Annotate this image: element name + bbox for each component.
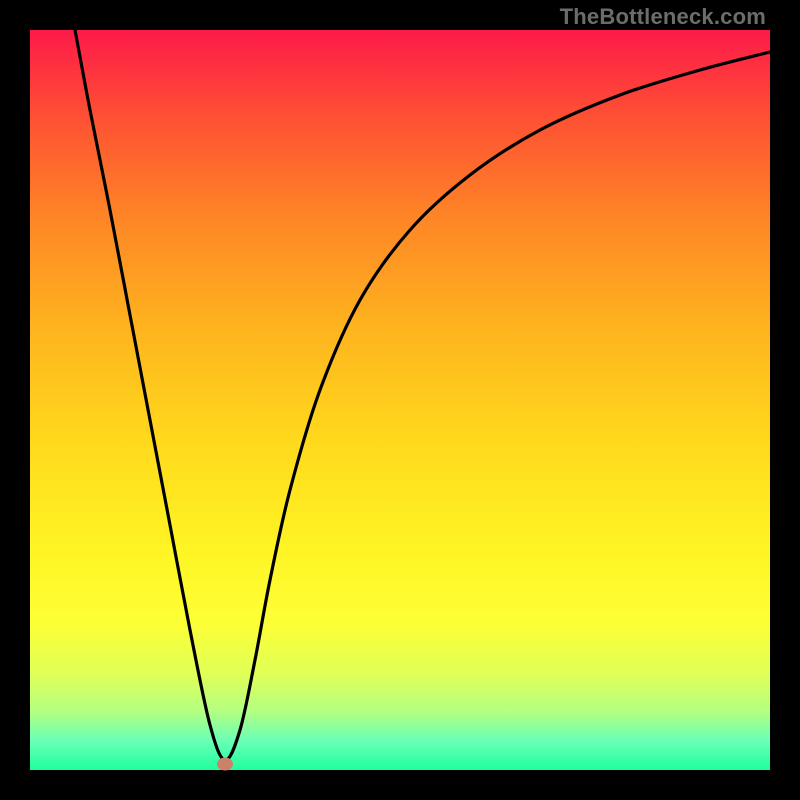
curve-path — [75, 30, 770, 760]
optimum-marker — [217, 758, 233, 771]
watermark-text: TheBottleneck.com — [560, 4, 766, 30]
chart-frame: TheBottleneck.com — [0, 0, 800, 800]
plot-area — [30, 30, 770, 770]
bottleneck-curve — [30, 30, 770, 770]
